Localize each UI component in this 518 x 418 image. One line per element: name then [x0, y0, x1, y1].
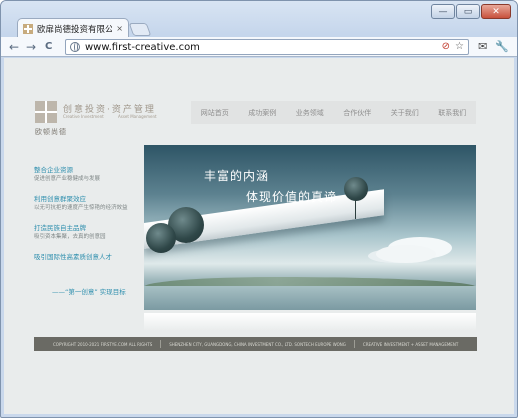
footer-copyright: COPYRIGHT 2010-2021 FIRSTYE.COM ALL RIGH… — [53, 341, 153, 347]
side-item-desc: 促进创意产业稳健成与发展 — [34, 176, 101, 182]
site-footer: COPYRIGHT 2010-2021 FIRSTYE.COM ALL RIGH… — [34, 337, 477, 351]
tab-title: 欧扉尚德投资有限公司 - ... — [37, 24, 112, 35]
footer-address: SHENZHEN CITY, GUANGDONG, CHINA INVESTME… — [169, 341, 346, 347]
forward-button[interactable]: → — [26, 39, 36, 55]
logo-company-name: 欧顿尚德 — [35, 128, 67, 136]
logo-sub-left: Creative Investment — [63, 114, 104, 119]
page-menu-icon[interactable]: ✉ — [478, 40, 487, 53]
motto-text: ——“第一创意” 实现目标 — [52, 288, 126, 296]
bookmark-star-icon[interactable]: ☆ — [455, 41, 464, 52]
cloud-graphic — [376, 245, 436, 263]
footer-slogan: CREATIVE INVESTMENT + ASSET MANAGEMENT — [362, 341, 459, 347]
hero-banner: 丰富的内涵 体现价值的真谛 — [144, 145, 476, 310]
nav-cases[interactable]: 成功案例 — [248, 108, 276, 118]
side-item: 整合企业资源 促进创意产业稳健成与发展 — [34, 166, 140, 183]
banner-headline-1: 丰富的内涵 — [204, 169, 270, 183]
page-info-icon[interactable] — [70, 42, 80, 52]
tab-close-icon[interactable]: × — [116, 24, 123, 33]
page-viewport: 创意投资·资产管理 Creative Investment Asset Mana… — [4, 58, 514, 414]
window-controls: — ▭ ✕ — [431, 4, 511, 19]
minimize-button[interactable]: — — [431, 4, 455, 19]
address-bar[interactable]: www.first-creative.com ⊘ ☆ — [65, 39, 469, 55]
side-item: 利用创意群聚效应 以无可抗拒的速度产生惊艳的经济效益 — [34, 195, 140, 212]
side-item: 吸引国际性高素质创意人才 — [34, 253, 140, 262]
nav-partners[interactable]: 合作伙伴 — [343, 108, 371, 118]
reload-button[interactable]: C — [45, 39, 52, 55]
browser-window: — ▭ ✕ 欧扉尚德投资有限公司 - ... × ← → C www.first… — [0, 0, 518, 418]
side-item-desc: 以无可抗拒的速度产生惊艳的经济效益 — [34, 205, 128, 211]
tree-right-graphic — [344, 177, 368, 201]
side-item-title[interactable]: 整合企业资源 — [34, 166, 140, 175]
footer-divider — [160, 340, 162, 348]
side-item-title[interactable]: 吸引国际性高素质创意人才 — [34, 253, 140, 262]
site-navigation: 网站首页 成功案例 业务领域 合作伙伴 关于我们 联系我们 — [191, 101, 476, 124]
site-favicon-icon — [23, 23, 33, 34]
title-bar: — ▭ ✕ 欧扉尚德投资有限公司 - ... × — [1, 1, 517, 38]
banner-reflection — [144, 313, 476, 331]
side-item-desc: 吸引资本集聚，去真的创意园 — [34, 234, 106, 240]
tab-active[interactable]: 欧扉尚德投资有限公司 - ... × — [17, 18, 129, 38]
blocked-content-icon[interactable]: ⊘ — [442, 41, 450, 52]
maximize-button[interactable]: ▭ — [456, 4, 480, 19]
lake-graphic — [144, 286, 476, 310]
nav-about[interactable]: 关于我们 — [391, 108, 419, 118]
wrench-menu-icon[interactable]: 🔧 — [495, 40, 509, 53]
back-button[interactable]: ← — [9, 39, 19, 55]
url-text[interactable]: www.first-creative.com — [85, 42, 200, 53]
logo-sub-right: Asset Management — [118, 114, 157, 119]
logo-cross-icon — [35, 101, 57, 123]
banner-headline-2: 体现价值的真谛 — [246, 190, 338, 204]
new-tab-button[interactable] — [128, 23, 152, 36]
nav-home[interactable]: 网站首页 — [201, 108, 229, 118]
footer-divider — [353, 340, 355, 348]
side-item: 打造民族自主品牌 吸引资本集聚，去真的创意园 — [34, 224, 140, 241]
side-item-title[interactable]: 利用创意群聚效应 — [34, 195, 140, 204]
close-window-button[interactable]: ✕ — [481, 4, 511, 19]
nav-business[interactable]: 业务领域 — [296, 108, 324, 118]
side-column: 整合企业资源 促进创意产业稳健成与发展 利用创意群聚效应 以无可抗拒的速度产生惊… — [34, 166, 140, 274]
tree-small-graphic — [146, 223, 176, 253]
nav-contact[interactable]: 联系我们 — [438, 108, 466, 118]
browser-toolbar: ← → C www.first-creative.com ⊘ ☆ ✉ 🔧 — [1, 37, 517, 57]
side-item-title[interactable]: 打造民族自主品牌 — [34, 224, 140, 233]
